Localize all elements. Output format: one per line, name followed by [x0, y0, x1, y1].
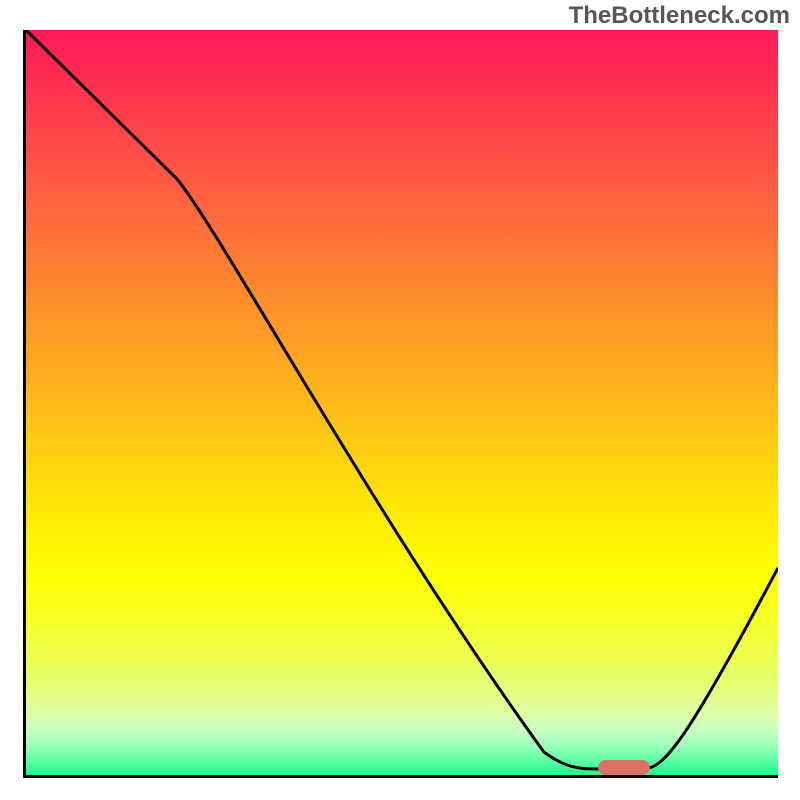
bottleneck-curve [26, 30, 778, 769]
curve-layer [26, 30, 778, 775]
plot-area [23, 30, 778, 778]
chart-container: TheBottleneck.com [0, 0, 800, 800]
attribution-watermark: TheBottleneck.com [569, 2, 790, 30]
optimal-range-marker [598, 760, 650, 775]
